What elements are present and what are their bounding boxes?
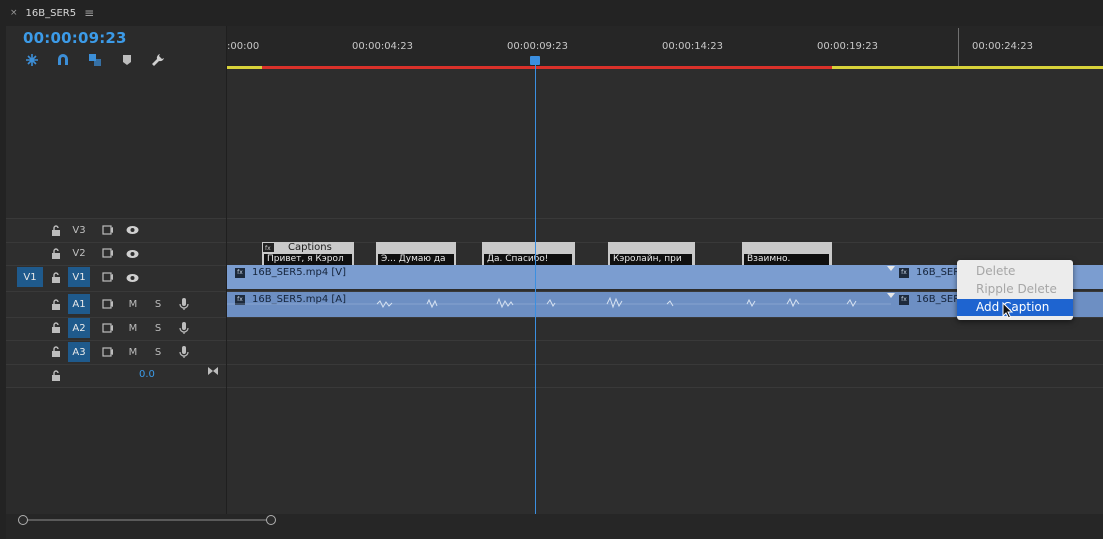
linked-selection-icon[interactable] bbox=[87, 52, 103, 68]
ruler-label: 00:00:14:23 bbox=[662, 41, 724, 52]
ruler-label: 00:00:04:23 bbox=[352, 41, 414, 52]
caption-block[interactable]: Взаимно. bbox=[744, 254, 829, 265]
video-clip-name: 16B_SER bbox=[916, 267, 961, 278]
eye-icon[interactable] bbox=[126, 273, 139, 283]
playhead-line[interactable] bbox=[535, 62, 536, 514]
caption-block[interactable]: Привет, я Кэрол bbox=[264, 254, 352, 265]
sync-lock-icon[interactable] bbox=[102, 272, 114, 282]
ruler-label: 00:00:19:23 bbox=[817, 41, 879, 52]
wrench-settings-icon[interactable] bbox=[150, 52, 166, 68]
lock-icon[interactable] bbox=[51, 346, 61, 357]
caption-clip[interactable]: Взаимно. bbox=[742, 242, 832, 265]
go-to-edit-point-icon[interactable] bbox=[207, 366, 219, 376]
sync-lock-icon[interactable] bbox=[102, 225, 114, 235]
track-label-v1[interactable]: V1 bbox=[68, 267, 90, 287]
solo-button[interactable]: S bbox=[152, 298, 164, 310]
track-label-a1[interactable]: A1 bbox=[68, 294, 90, 314]
fx-badge-icon: fx bbox=[899, 295, 909, 305]
menu-item-add-caption[interactable]: Add Caption bbox=[957, 299, 1073, 316]
menu-item-delete[interactable]: Delete bbox=[957, 263, 1073, 280]
audio-waveform bbox=[227, 296, 891, 309]
caption-block[interactable]: Кэролайн, при bbox=[610, 254, 692, 265]
microphone-icon[interactable] bbox=[179, 321, 189, 335]
eye-icon[interactable] bbox=[126, 225, 139, 235]
microphone-icon[interactable] bbox=[179, 297, 189, 311]
sequence-tab-title: 16B_SER5 bbox=[25, 7, 77, 19]
edit-point-marker-icon bbox=[887, 266, 895, 271]
close-tab-icon[interactable]: × bbox=[10, 8, 18, 18]
caption-block[interactable]: Э... Думаю да bbox=[378, 254, 454, 265]
menu-item-ripple-delete[interactable]: Ripple Delete bbox=[957, 281, 1073, 298]
playhead-handle[interactable] bbox=[530, 56, 540, 65]
panel-menu-icon[interactable]: ≡ bbox=[84, 6, 94, 20]
caption-clip[interactable]: Да. Спасибо! bbox=[482, 242, 575, 265]
lock-icon[interactable] bbox=[51, 225, 61, 236]
sync-lock-icon[interactable] bbox=[102, 248, 114, 258]
captions-header: Captions bbox=[288, 242, 332, 253]
track-label-v2[interactable]: V2 bbox=[68, 243, 90, 263]
lock-icon[interactable] bbox=[51, 248, 61, 259]
track-row-v3 bbox=[6, 218, 1103, 243]
track-label-a2[interactable]: A2 bbox=[68, 318, 90, 338]
mute-button[interactable]: M bbox=[127, 322, 139, 334]
lock-icon[interactable] bbox=[51, 322, 61, 333]
scrollbar-right-handle[interactable] bbox=[266, 515, 276, 525]
track-label-a3[interactable]: A3 bbox=[68, 342, 90, 362]
lock-icon[interactable] bbox=[51, 370, 61, 381]
video-clip-name: 16B_SER5.mp4 [V] bbox=[252, 267, 347, 278]
sync-lock-icon[interactable] bbox=[102, 299, 114, 309]
mute-button[interactable]: M bbox=[127, 346, 139, 358]
track-row-a2 bbox=[6, 317, 1103, 341]
sequence-tab[interactable]: × 16B_SER5 ≡ bbox=[6, 0, 94, 26]
video-clip[interactable]: fx 16B_SER5.mp4 [V] bbox=[227, 265, 891, 289]
master-volume-value[interactable]: 0.0 bbox=[139, 369, 155, 380]
audio-clip-name: 16B_SER bbox=[916, 294, 961, 305]
caption-block[interactable]: Да. Спасибо! bbox=[484, 254, 572, 265]
lock-icon[interactable] bbox=[51, 299, 61, 310]
caption-clip[interactable]: Кэролайн, при bbox=[608, 242, 695, 265]
mouse-cursor-icon bbox=[1002, 302, 1014, 319]
ruler-label: :00:00 bbox=[227, 41, 260, 52]
caption-clip[interactable]: Э... Думаю да bbox=[376, 242, 456, 265]
scrollbar-left-handle[interactable] bbox=[18, 515, 28, 525]
zoom-scrollbar[interactable] bbox=[18, 515, 276, 525]
playhead-timecode[interactable]: 00:00:09:23 bbox=[23, 29, 127, 47]
fx-badge-icon: fx bbox=[899, 268, 909, 278]
sync-lock-icon[interactable] bbox=[102, 323, 114, 333]
render-needed-bar bbox=[262, 66, 832, 69]
track-row-a3 bbox=[6, 340, 1103, 365]
lock-icon[interactable] bbox=[51, 272, 61, 283]
mute-button[interactable]: M bbox=[127, 298, 139, 310]
sync-lock-icon[interactable] bbox=[102, 347, 114, 357]
solo-button[interactable]: S bbox=[152, 346, 164, 358]
source-patch-v1[interactable]: V1 bbox=[17, 267, 43, 287]
solo-button[interactable]: S bbox=[152, 322, 164, 334]
scrollbar-track[interactable] bbox=[22, 519, 270, 521]
track-header-divider[interactable] bbox=[226, 26, 227, 516]
fx-badge-icon: fx bbox=[235, 268, 245, 278]
fx-badge-icon: fx bbox=[263, 243, 274, 252]
snap-magnet-icon[interactable] bbox=[55, 52, 71, 68]
svg-text:fx: fx bbox=[265, 245, 271, 252]
ruler-label: 00:00:09:23 bbox=[507, 41, 569, 52]
track-label-v3[interactable]: V3 bbox=[68, 220, 90, 240]
microphone-icon[interactable] bbox=[179, 345, 189, 359]
insert-sequence-tool-icon[interactable] bbox=[24, 52, 40, 68]
audio-clip[interactable]: fx 16B_SER5.mp4 [A] bbox=[227, 292, 891, 317]
ruler-label: 00:00:24:23 bbox=[972, 41, 1034, 52]
add-marker-icon[interactable] bbox=[119, 52, 135, 68]
eye-icon[interactable] bbox=[126, 249, 139, 259]
ruler-edge-marker bbox=[958, 28, 959, 66]
panel-tab-bar bbox=[0, 0, 1103, 26]
edit-point-marker-icon bbox=[887, 293, 895, 298]
context-menu: Delete Ripple Delete Add Caption bbox=[957, 260, 1073, 320]
track-row-master bbox=[6, 364, 1103, 388]
track-row-end bbox=[6, 387, 1103, 388]
